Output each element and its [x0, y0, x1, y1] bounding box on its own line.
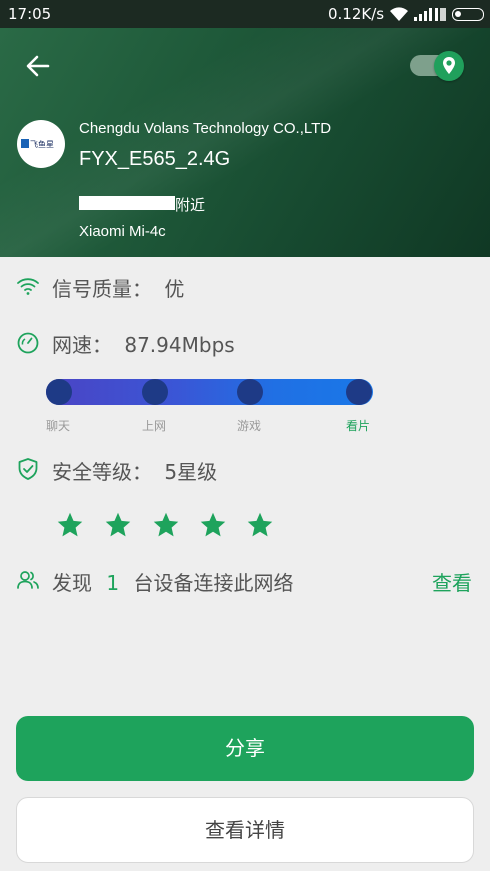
location-toggle[interactable]	[410, 51, 466, 81]
signal-quality-value: 优	[164, 277, 185, 301]
speed-level-game: 游戏	[237, 419, 262, 433]
vendor-logo-text: 飞鱼星	[30, 139, 54, 149]
wifi-icon	[390, 7, 408, 21]
cell-signal-icon	[414, 8, 446, 21]
view-devices-link[interactable]: 查看	[432, 567, 472, 596]
status-net-speed: 0.12K/s	[328, 5, 385, 23]
star-icon	[247, 512, 273, 537]
speed-level-dot	[237, 379, 263, 405]
star-icon	[57, 512, 83, 537]
device-model: Xiaomi Mi-4c	[79, 223, 166, 240]
star-icon	[105, 512, 131, 537]
location-pin-icon	[443, 57, 455, 74]
wifi-signal-icon	[17, 278, 39, 295]
security-value: 5星级	[164, 460, 218, 484]
devices-prefix: 发现	[52, 571, 92, 595]
star-icon	[200, 512, 226, 537]
shield-icon	[18, 458, 38, 480]
devices-count: 1	[106, 571, 120, 595]
signal-quality: 信号质量： 优	[52, 273, 184, 302]
network-speed: 网速： 87.94Mbps	[52, 329, 235, 358]
speed-value: 87.94Mbps	[124, 333, 235, 357]
vendor-name: Chengdu Volans Technology CO.,LTD	[79, 120, 332, 137]
speed-level-dot	[346, 379, 372, 405]
connected-devices: 发现 1 台设备连接此网络	[52, 567, 293, 596]
speed-level-bar	[46, 379, 373, 405]
speed-level-video: 看片	[346, 419, 371, 433]
speedometer-icon	[17, 332, 39, 354]
status-bar: 17:05 0.12K/s	[0, 0, 490, 28]
vendor-logo: 飞鱼星	[17, 120, 65, 168]
speed-label: 网速：	[52, 333, 112, 357]
devices-suffix: 台设备连接此网络	[133, 571, 294, 595]
speed-level-dot	[46, 379, 72, 405]
toggle-knob	[434, 51, 464, 81]
battery-icon	[452, 8, 484, 21]
view-details-button[interactable]: 查看详情	[16, 797, 474, 863]
share-button[interactable]: 分享	[16, 716, 474, 781]
redacted-location	[79, 196, 175, 210]
users-icon	[17, 571, 39, 589]
speed-level-chat: 聊天	[46, 419, 71, 433]
back-arrow-icon[interactable]	[22, 50, 54, 82]
security-level: 安全等级： 5星级	[52, 456, 217, 485]
speed-level-track	[46, 379, 373, 405]
speed-level-browse: 上网	[142, 419, 167, 433]
location-suffix: 附近	[175, 196, 206, 214]
speed-level-dot	[142, 379, 168, 405]
network-ssid: FYX_E565_2.4G	[79, 148, 231, 170]
vendor-logo-image: 飞鱼星	[21, 139, 54, 149]
status-time: 17:05	[8, 5, 52, 23]
network-header: 飞鱼星 Chengdu Volans Technology CO.,LTD FY…	[0, 28, 490, 257]
star-icon	[153, 512, 179, 537]
security-label: 安全等级：	[52, 460, 152, 484]
signal-quality-label: 信号质量：	[52, 277, 152, 301]
